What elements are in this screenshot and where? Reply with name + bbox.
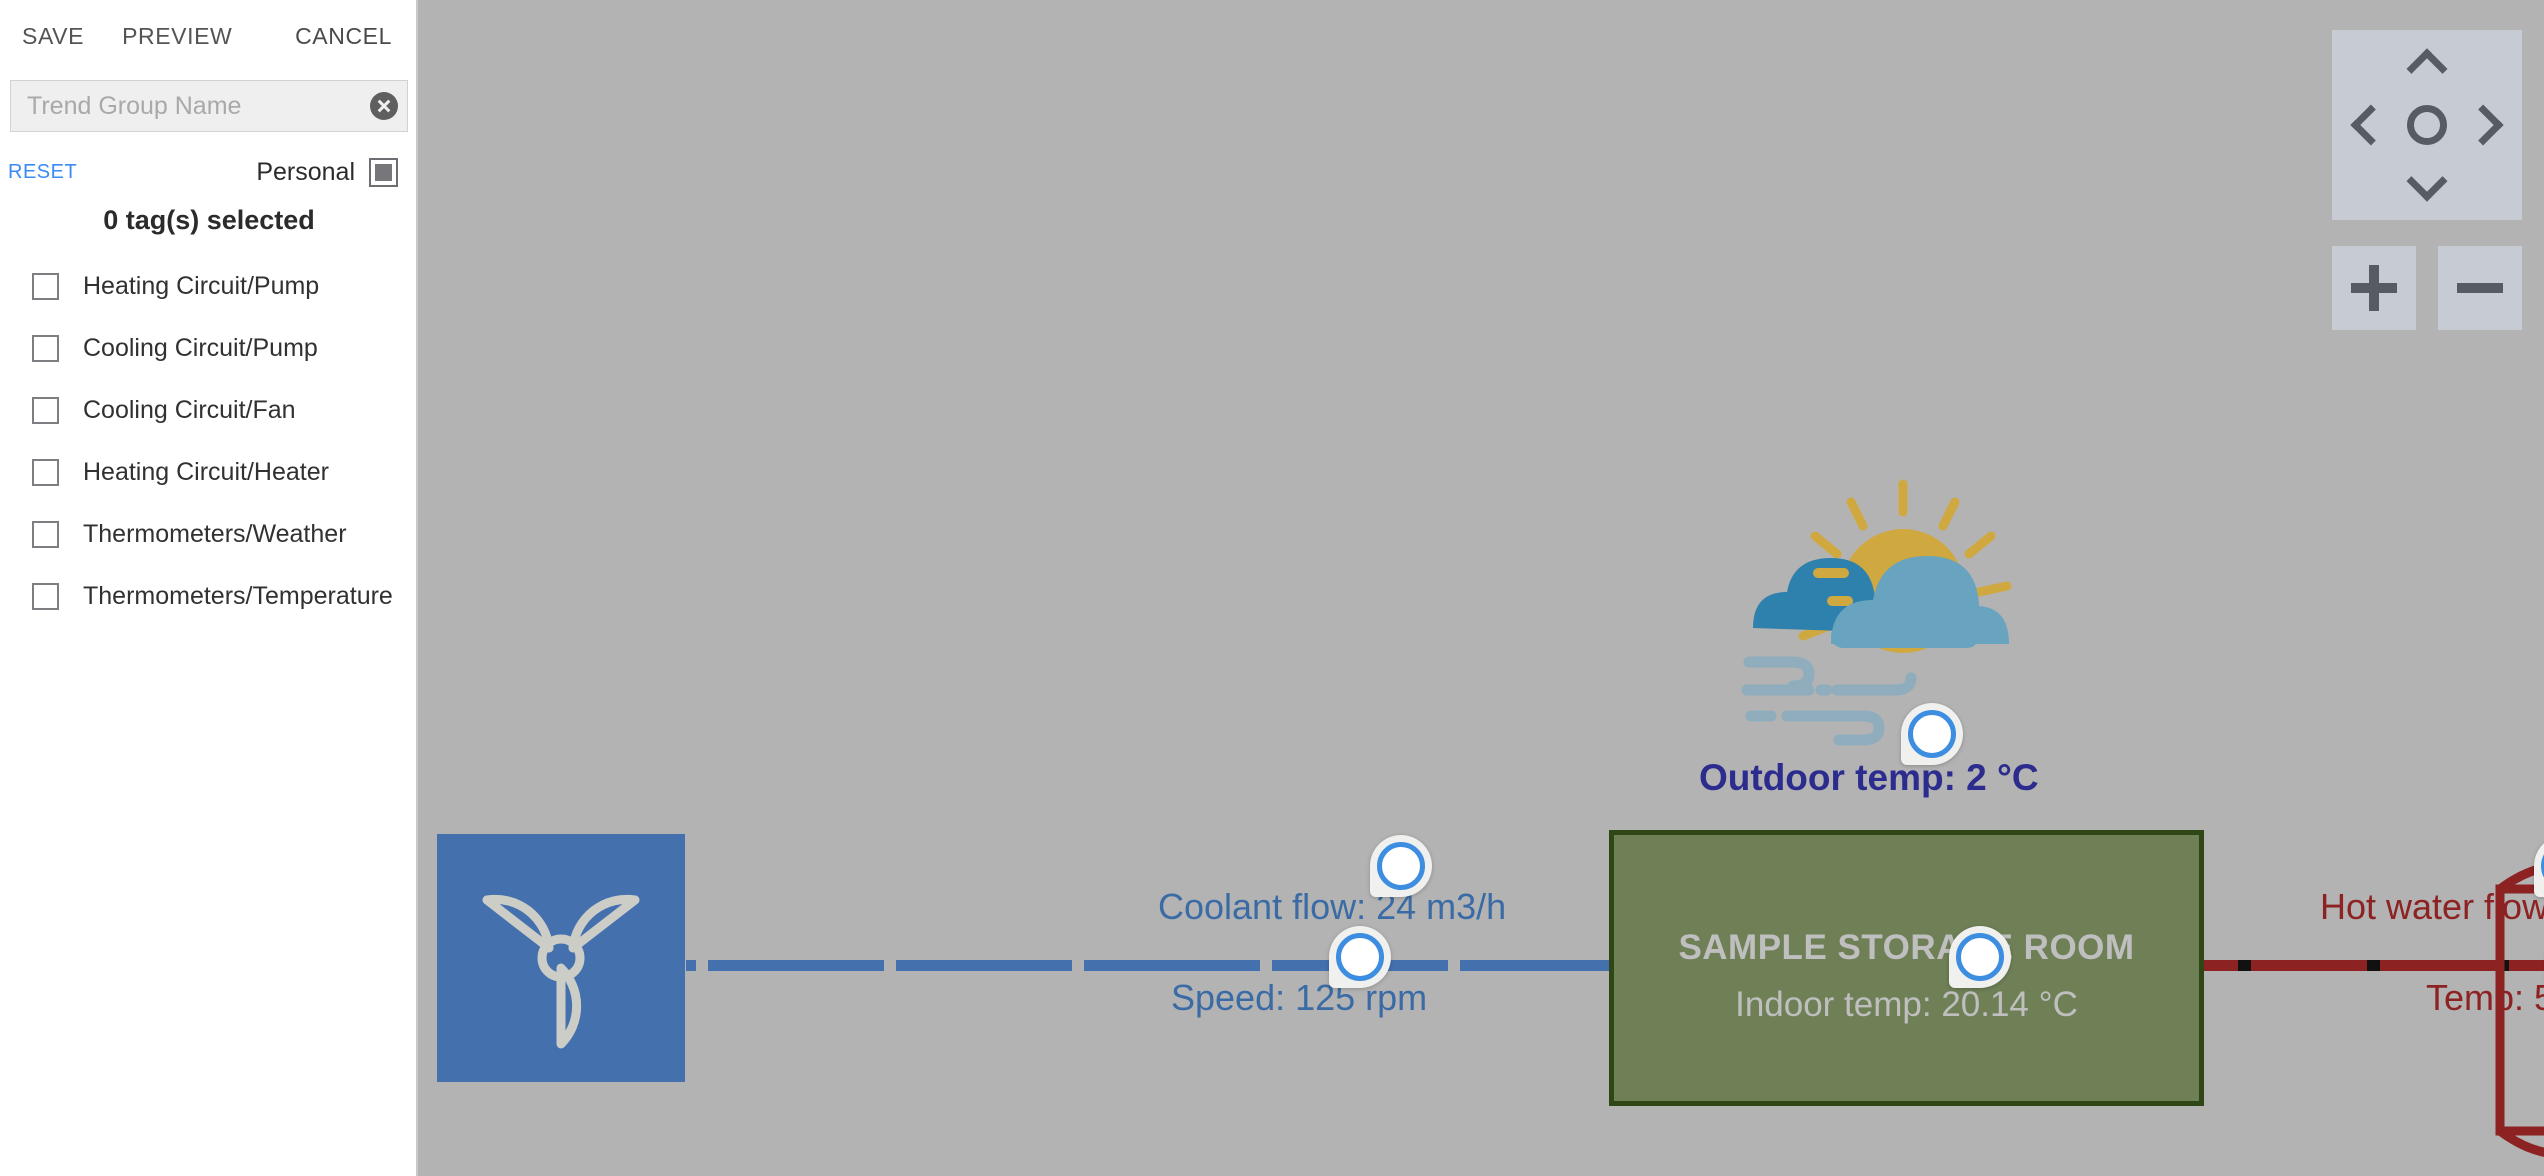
list-item[interactable]: Heating Circuit/Pump xyxy=(0,255,418,317)
tag-checkbox[interactable] xyxy=(32,582,59,610)
pin-outdoor-temp[interactable] xyxy=(1901,703,1963,765)
coolant-flow-label: Coolant flow: 24 m3/h xyxy=(1158,886,1507,927)
pin-hot-water-flow[interactable] xyxy=(2534,835,2544,897)
clear-name-button[interactable] xyxy=(361,81,407,131)
tag-checkbox[interactable] xyxy=(32,334,59,362)
list-item[interactable]: Thermometers/Temperature xyxy=(0,565,418,627)
hot-water-flow-label: Hot water flow: 44 m3/h xyxy=(2320,886,2544,927)
cancel-button[interactable]: CANCEL xyxy=(287,17,400,56)
sample-storage-room-block[interactable]: SAMPLE STORAGE ROOM Indoor temp: 20.14 °… xyxy=(1609,830,2204,1106)
tag-label: Thermometers/Temperature xyxy=(83,581,393,610)
chevron-right-icon[interactable] xyxy=(2466,105,2506,145)
coolant-pipe xyxy=(686,960,1609,971)
list-item[interactable]: Thermometers/Weather xyxy=(0,503,418,565)
clear-circle-icon xyxy=(370,92,398,120)
list-item[interactable]: Cooling Circuit/Fan xyxy=(0,379,418,441)
three-blade-fan-icon xyxy=(482,894,640,1049)
chevron-left-icon[interactable] xyxy=(2348,105,2388,145)
pin-indoor-temp[interactable] xyxy=(1949,926,2011,988)
cooling-fan-block[interactable] xyxy=(437,834,685,1082)
tag-checkbox[interactable] xyxy=(32,396,59,424)
preview-button[interactable]: PREVIEW xyxy=(114,17,240,56)
pan-control-pad[interactable] xyxy=(2332,30,2522,220)
reset-button[interactable]: RESET xyxy=(8,161,77,184)
tag-checkbox[interactable] xyxy=(32,458,59,486)
tag-label: Thermometers/Weather xyxy=(83,519,347,548)
sidebar-options-row: RESET Personal xyxy=(0,150,418,194)
personal-label: Personal xyxy=(256,157,355,186)
chevron-down-icon[interactable] xyxy=(2407,164,2447,204)
save-button[interactable]: SAVE xyxy=(14,17,92,56)
tag-checkbox[interactable] xyxy=(32,520,59,548)
app-root: SAVE PREVIEW CANCEL RESET Personal 0 tag… xyxy=(0,0,2544,1176)
chevron-up-icon[interactable] xyxy=(2407,46,2447,86)
room-indoor-temp: Indoor temp: 20.14 °C xyxy=(1735,985,2078,1024)
pin-speed[interactable] xyxy=(1329,926,1391,988)
sidebar-toolbar: SAVE PREVIEW CANCEL xyxy=(0,0,418,72)
trend-group-name-field[interactable] xyxy=(10,80,408,132)
pin-coolant-flow[interactable] xyxy=(1370,835,1432,897)
room-title: SAMPLE STORAGE ROOM xyxy=(1678,928,2135,967)
list-item[interactable]: Cooling Circuit/Pump xyxy=(0,317,418,379)
personal-checkbox[interactable] xyxy=(369,157,398,187)
list-item[interactable]: Heating Circuit/Heater xyxy=(0,441,418,503)
diagram-canvas[interactable]: SAMPLE STORAGE ROOM Indoor temp: 20.14 °… xyxy=(418,0,2544,1176)
tag-label: Cooling Circuit/Pump xyxy=(83,333,318,362)
zoom-in-button[interactable] xyxy=(2332,246,2416,330)
tag-label: Heating Circuit/Pump xyxy=(83,271,320,300)
temp-label: Temp: 50 °C xyxy=(2426,977,2544,1018)
outdoor-temp-label: Outdoor temp: 2 °C xyxy=(1699,757,2039,798)
tag-label: Cooling Circuit/Fan xyxy=(83,395,296,424)
tag-count-label: 0 tag(s) selected xyxy=(103,205,315,235)
circle-home-icon[interactable] xyxy=(2407,105,2447,145)
tag-checkbox[interactable] xyxy=(32,272,59,300)
trend-group-name-input[interactable] xyxy=(11,81,361,131)
tag-list: Heating Circuit/Pump Cooling Circuit/Pum… xyxy=(0,255,418,627)
tag-label: Heating Circuit/Heater xyxy=(83,457,329,486)
trend-group-sidebar: SAVE PREVIEW CANCEL RESET Personal 0 tag… xyxy=(0,0,418,1176)
sun-behind-cloud-windy-icon xyxy=(1731,466,2021,761)
zoom-out-button[interactable] xyxy=(2438,246,2522,330)
